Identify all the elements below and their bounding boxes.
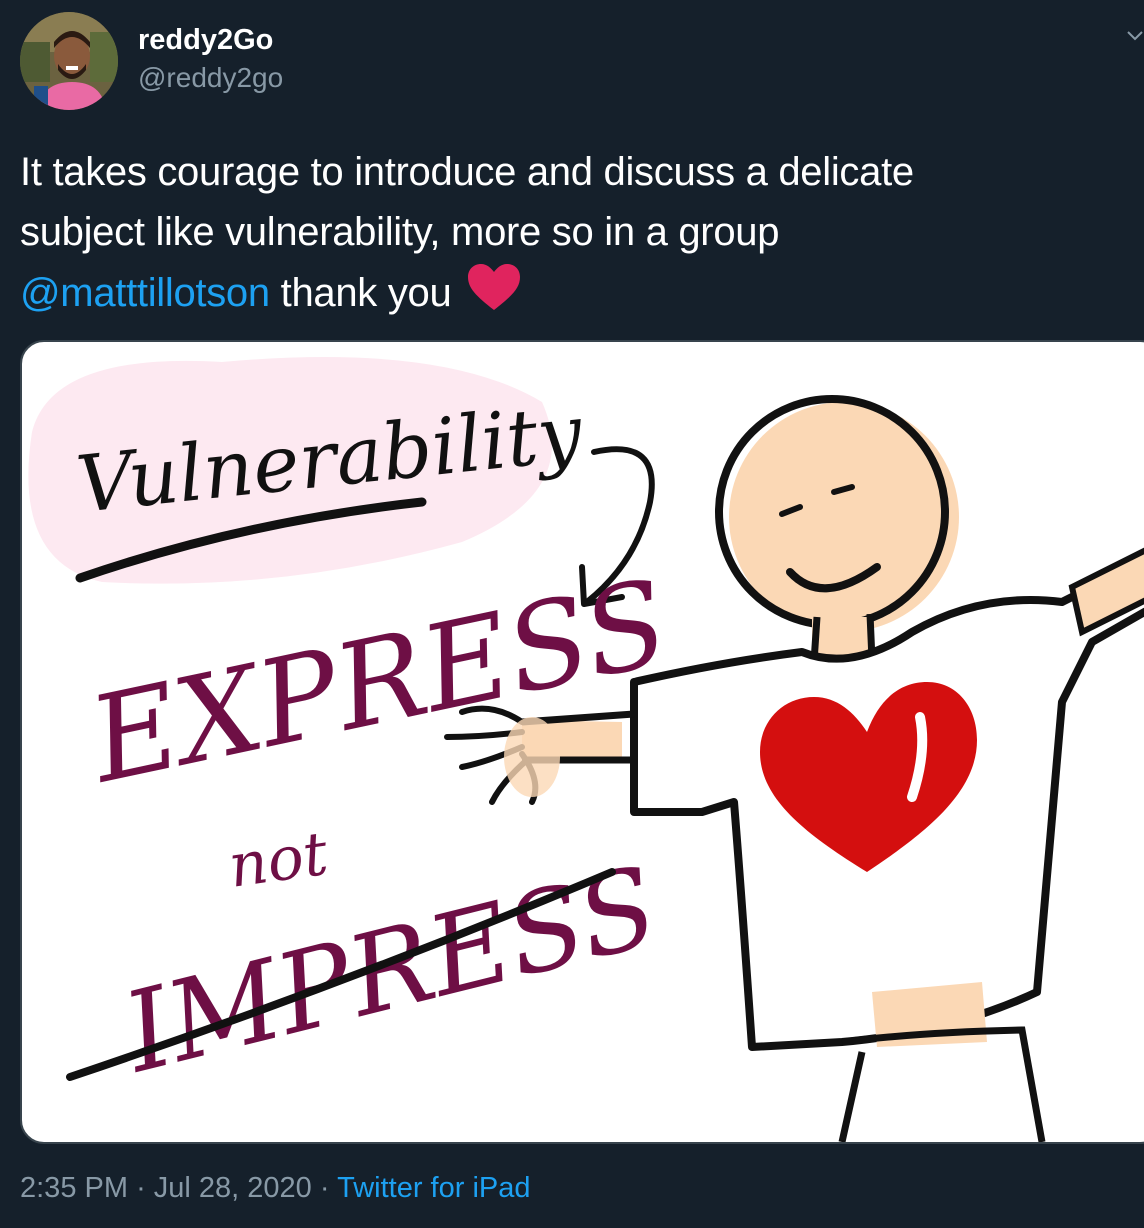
tweet-media-image[interactable]: Vulnerability EXPRESS not IMPRESS xyxy=(20,340,1144,1144)
meta-separator: · xyxy=(136,1172,146,1204)
avatar[interactable] xyxy=(20,12,118,110)
tweet-source-link[interactable]: Twitter for iPad xyxy=(337,1172,530,1204)
tweet-text-fragment: thank you xyxy=(280,271,452,315)
tweet-text: It takes courage to introduce and discus… xyxy=(20,142,1120,329)
heart-emoji-icon xyxy=(466,262,522,329)
tweet-date[interactable]: Jul 28, 2020 xyxy=(154,1172,312,1204)
tweet-time[interactable]: 2:35 PM xyxy=(20,1172,128,1204)
illustration-word-not: not xyxy=(224,819,333,902)
author-handle: @reddy2go xyxy=(138,62,284,93)
illustration-word-express: EXPRESS xyxy=(77,553,679,810)
author-display-name[interactable]: reddy2Go xyxy=(138,24,273,57)
vulnerability-illustration: Vulnerability EXPRESS not IMPRESS xyxy=(28,357,1144,1142)
avatar-image xyxy=(20,12,118,110)
mention-link[interactable]: @matttillotson xyxy=(20,271,270,315)
tweet-text-line: subject like vulnerability, more so in a… xyxy=(20,210,780,254)
tweet-text-line: It takes courage to introduce and discus… xyxy=(20,150,914,194)
tweet-meta: 2:35 PM · Jul 28, 2020 · Twitter for iPa… xyxy=(20,1172,531,1205)
tweet: reddy2Go @reddy2go It takes courage to i… xyxy=(0,0,1144,1228)
chevron-down-icon[interactable] xyxy=(1126,26,1144,44)
meta-separator: · xyxy=(319,1172,330,1204)
tweet-text-line: @matttillotson thank you xyxy=(20,262,1120,329)
